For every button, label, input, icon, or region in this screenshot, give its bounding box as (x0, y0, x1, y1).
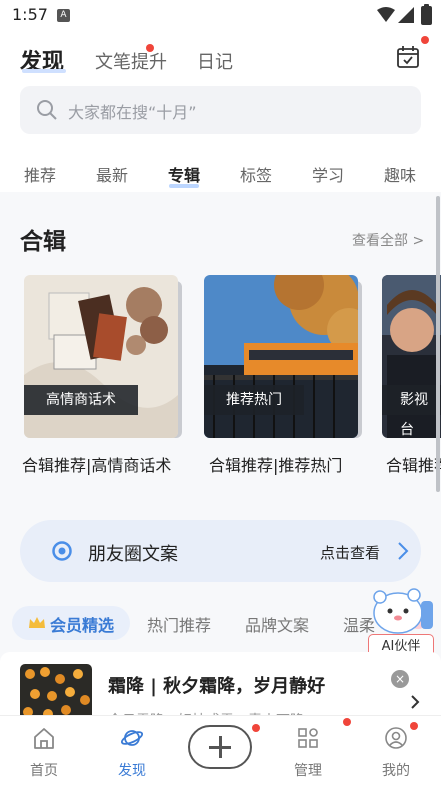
calendar-badge (421, 36, 429, 44)
bottom-navigation: 首页 发现 管理 我的 (0, 715, 441, 785)
nav-manage-label: 管理 (294, 763, 322, 779)
nav-manage[interactable]: 管理 (278, 716, 338, 785)
moments-title: 朋友圈文案 (88, 544, 178, 565)
home-icon (34, 728, 54, 749)
article-card[interactable]: 霜降 | 秋夕霜降，岁月静好 今日霜降，好扶成霜，青山下降 × (0, 652, 441, 729)
category-fun[interactable]: 趣味 (384, 162, 416, 186)
collection-card[interactable]: 推荐热门 (204, 275, 358, 438)
article-title: 霜降 | 秋夕霜降，岁月静好 (108, 676, 326, 697)
category-tags[interactable]: 标签 (240, 162, 272, 186)
nav-home-label: 首页 (30, 763, 58, 779)
search-placeholder: 大家都在搜“十月” (68, 103, 197, 122)
category-learning[interactable]: 学习 (312, 162, 344, 186)
planet-icon (120, 730, 144, 746)
tab-writing[interactable]: 文笔提升 (95, 48, 167, 74)
category-recommend[interactable]: 推荐 (24, 162, 56, 186)
signal-icon (398, 7, 414, 23)
tab-active-indicator (22, 69, 66, 73)
battery-icon (421, 4, 432, 25)
user-icon (385, 727, 407, 749)
aperture-icon (52, 541, 72, 561)
article-thumbnail (20, 664, 92, 720)
subtab-hot[interactable]: 热门推荐 (147, 612, 211, 636)
category-album[interactable]: 专辑 (168, 162, 200, 186)
chevron-right-icon[interactable] (410, 694, 420, 710)
notification-app-icon: A (57, 9, 70, 22)
tab-writing-badge (146, 44, 154, 52)
nav-profile-label: 我的 (382, 763, 410, 779)
view-all-link[interactable]: 查看全部 > (352, 230, 424, 250)
status-bar: 1:57 A (0, 0, 441, 32)
scrollbar[interactable] (436, 196, 440, 492)
close-icon[interactable]: × (391, 670, 409, 688)
category-tabs: 推荐 最新 专辑 标签 学习 趣味 (0, 160, 441, 192)
chevron-right-icon (398, 542, 409, 560)
card-tag: 推荐热门 (204, 385, 304, 415)
subtab-members[interactable]: 会员精选 (12, 606, 130, 640)
section-title: 合辑 (20, 229, 66, 255)
wifi-icon (377, 7, 395, 22)
search-icon (37, 100, 57, 120)
calendar-check-icon[interactable] (396, 45, 420, 69)
nav-discover[interactable]: 发现 (102, 716, 162, 785)
profile-badge (410, 722, 418, 730)
nav-discover-label: 发现 (118, 763, 146, 779)
category-active-indicator (169, 184, 199, 188)
card-label[interactable]: 合辑推荐|高情商话术 (22, 452, 171, 476)
collection-card[interactable]: 影视台 (382, 275, 441, 438)
subtab-members-label: 会员精选 (50, 616, 115, 635)
subtab-brand[interactable]: 品牌文案 (245, 612, 309, 636)
card-label[interactable]: 合辑推荐 (386, 452, 441, 476)
card-tag: 高情商话术 (24, 385, 138, 415)
manage-badge (343, 718, 351, 726)
card-tag: 影视台 (382, 385, 441, 438)
status-time: 1:57 (12, 5, 48, 24)
card-label[interactable]: 合辑推荐|推荐热门 (209, 452, 342, 476)
search-input[interactable]: 大家都在搜“十月” (20, 86, 421, 134)
nav-home[interactable]: 首页 (14, 716, 74, 785)
category-latest[interactable]: 最新 (96, 162, 128, 186)
add-button[interactable] (188, 725, 252, 769)
collection-card[interactable]: 高情商话术 (24, 275, 178, 438)
crown-icon (29, 617, 45, 628)
tab-diary[interactable]: 日记 (197, 48, 233, 74)
add-badge (252, 724, 260, 732)
moments-banner[interactable]: 朋友圈文案 点击查看 (20, 520, 421, 582)
grid-icon (298, 728, 318, 748)
moments-view-button[interactable]: 点击查看 (320, 542, 380, 563)
